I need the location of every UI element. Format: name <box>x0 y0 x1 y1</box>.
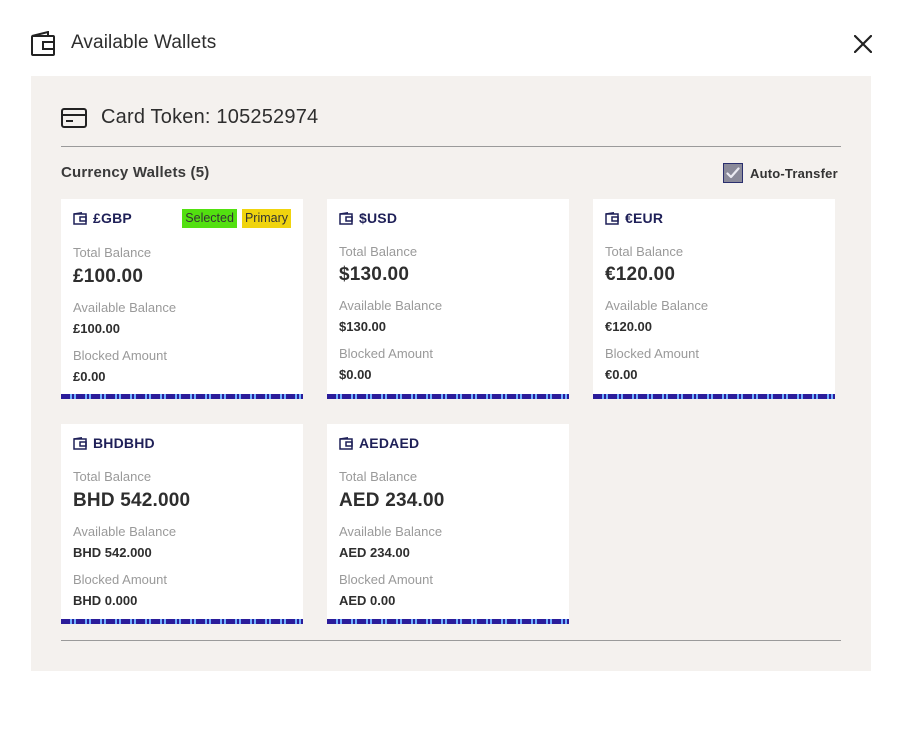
blocked-amount-value: £0.00 <box>73 369 106 384</box>
wallets-heading: Currency Wallets (5) <box>61 164 210 181</box>
total-balance-value: AED 234.00 <box>339 490 445 511</box>
close-button[interactable] <box>851 32 875 56</box>
total-balance-value: £100.00 <box>73 266 144 287</box>
wallet-card-stripe <box>61 619 303 624</box>
blocked-amount-label: Blocked Amount <box>339 346 433 361</box>
wallet-card-stripe <box>327 394 569 399</box>
available-balance-label: Available Balance <box>339 298 443 313</box>
available-balance-label: Available Balance <box>605 298 709 313</box>
blocked-amount-value: BHD 0.000 <box>73 593 138 608</box>
blocked-amount-label: Blocked Amount <box>73 348 167 363</box>
wallet-icon <box>339 436 353 450</box>
selected-badge: Selected <box>182 209 237 228</box>
available-balance-value: £100.00 <box>73 321 120 336</box>
total-balance-label: Total Balance <box>73 469 152 484</box>
wallet-currency: BHDBHD <box>93 435 155 451</box>
total-balance-value: $130.00 <box>339 264 410 285</box>
wallet-icon <box>31 31 55 56</box>
card-token: Card Token: 105252974 <box>101 106 319 128</box>
blocked-amount-value: $0.00 <box>339 367 372 382</box>
wallet-card-stripe <box>61 394 303 399</box>
wallets-panel: Card Token: 105252974 Currency Wallets (… <box>31 76 871 671</box>
primary-badge: Primary <box>241 209 291 228</box>
blocked-amount-value: AED 0.00 <box>339 593 396 608</box>
available-balance-label: Available Balance <box>73 300 177 315</box>
wallet-icon <box>73 436 87 450</box>
total-balance-label: Total Balance <box>339 244 418 259</box>
wallet-card-aed[interactable]: AEDAED Total Balance AED 234.00 Availabl… <box>327 424 569 624</box>
wallet-card-gbp[interactable]: £GBP Selected Primary Total Balance £100… <box>61 199 303 399</box>
total-balance-label: Total Balance <box>73 245 152 260</box>
divider <box>61 146 841 147</box>
close-icon <box>854 35 872 53</box>
total-balance-value: €120.00 <box>605 264 676 285</box>
wallet-card-stripe <box>327 619 569 624</box>
total-balance-label: Total Balance <box>605 244 684 259</box>
wallet-card-eur[interactable]: €EUR Total Balance €120.00 Available Bal… <box>593 199 835 399</box>
wallet-currency: AEDAED <box>359 435 420 451</box>
wallet-card-stripe <box>593 394 835 399</box>
wallet-card-header: $USD <box>339 210 397 226</box>
wallet-currency: £GBP <box>93 210 132 226</box>
wallet-icon <box>605 211 619 225</box>
blocked-amount-label: Blocked Amount <box>73 572 167 587</box>
wallet-icon <box>339 211 353 225</box>
wallet-currency: $USD <box>359 210 398 226</box>
wallet-badges: Selected Primary <box>182 209 291 228</box>
total-balance-value: BHD 542.000 <box>73 490 191 511</box>
modal-header: Available Wallets <box>0 0 903 76</box>
available-balance-label: Available Balance <box>339 524 443 539</box>
checkmark-icon <box>726 167 740 179</box>
available-balance-value: BHD 542.000 <box>73 545 152 560</box>
credit-card-icon <box>61 108 87 128</box>
wallet-currency: €EUR <box>625 210 664 226</box>
auto-transfer-toggle[interactable]: Auto-Transfer <box>723 163 838 183</box>
auto-transfer-checkbox[interactable] <box>723 163 743 183</box>
divider <box>61 640 841 641</box>
modal-title: Available Wallets <box>71 32 217 53</box>
available-balance-label: Available Balance <box>73 524 177 539</box>
blocked-amount-value: €0.00 <box>605 367 638 382</box>
available-balance-value: $130.00 <box>339 319 386 334</box>
wallet-card-header: €EUR <box>605 210 663 226</box>
wallet-card-usd[interactable]: $USD Total Balance $130.00 Available Bal… <box>327 199 569 399</box>
wallet-card-header: AEDAED <box>339 435 419 451</box>
available-balance-value: AED 234.00 <box>339 545 410 560</box>
blocked-amount-label: Blocked Amount <box>605 346 699 361</box>
auto-transfer-label: Auto-Transfer <box>750 165 838 181</box>
wallet-card-header: £GBP <box>73 210 132 226</box>
wallet-card-header: BHDBHD <box>73 435 155 451</box>
total-balance-label: Total Balance <box>339 469 418 484</box>
wallet-card-bhd[interactable]: BHDBHD Total Balance BHD 542.000 Availab… <box>61 424 303 624</box>
available-balance-value: €120.00 <box>605 319 652 334</box>
blocked-amount-label: Blocked Amount <box>339 572 433 587</box>
wallet-icon <box>73 211 87 225</box>
